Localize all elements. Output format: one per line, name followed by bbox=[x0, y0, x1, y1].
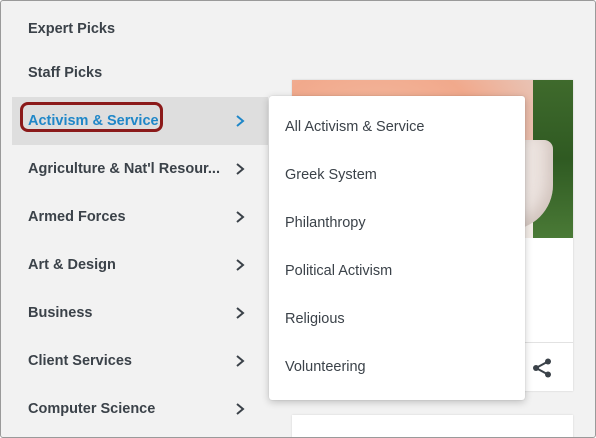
category-label: Business bbox=[28, 305, 93, 321]
chevron-right-icon bbox=[233, 354, 247, 368]
category-label: Computer Science bbox=[28, 401, 156, 417]
chevron-right-icon bbox=[233, 114, 247, 128]
chevron-right-icon bbox=[233, 210, 247, 224]
submenu-item-greek-system[interactable]: Greek System bbox=[269, 151, 525, 199]
subcategory-menu: All Activism & Service Greek System Phil… bbox=[269, 96, 525, 400]
category-staff-picks[interactable]: Staff Picks bbox=[12, 49, 268, 97]
category-label: Agriculture & Nat'l Resour... bbox=[28, 161, 220, 177]
chevron-right-icon bbox=[233, 402, 247, 416]
submenu-item-all-activism-service[interactable]: All Activism & Service bbox=[269, 103, 525, 151]
submenu-item-label: Philanthropy bbox=[285, 215, 366, 231]
category-label: Client Services bbox=[28, 353, 132, 369]
content-card-next[interactable] bbox=[292, 415, 573, 437]
submenu-item-label: Religious bbox=[285, 311, 345, 327]
submenu-item-label: Greek System bbox=[285, 167, 377, 183]
category-label: Activism & Service bbox=[28, 113, 159, 129]
category-label: Art & Design bbox=[28, 257, 116, 273]
submenu-item-religious[interactable]: Religious bbox=[269, 295, 525, 343]
category-label: Staff Picks bbox=[28, 65, 103, 81]
submenu-item-political-activism[interactable]: Political Activism bbox=[269, 247, 525, 295]
category-armed-forces[interactable]: Armed Forces bbox=[12, 193, 268, 241]
chevron-right-icon bbox=[233, 162, 247, 176]
category-label: Armed Forces bbox=[28, 209, 126, 225]
submenu-item-volunteering[interactable]: Volunteering bbox=[269, 343, 525, 391]
category-business[interactable]: Business bbox=[12, 289, 268, 337]
chevron-right-icon bbox=[233, 306, 247, 320]
submenu-item-label: All Activism & Service bbox=[285, 119, 425, 135]
category-activism-service[interactable]: Activism & Service bbox=[12, 97, 268, 145]
category-label: Expert Picks bbox=[28, 21, 116, 37]
category-agriculture[interactable]: Agriculture & Nat'l Resour... bbox=[12, 145, 268, 193]
category-client-services[interactable]: Client Services bbox=[12, 337, 268, 385]
category-computer-science[interactable]: Computer Science bbox=[12, 385, 268, 433]
app-frame: Expert Picks Staff Picks Activism & Serv… bbox=[0, 0, 596, 438]
category-art-design[interactable]: Art & Design bbox=[12, 241, 268, 289]
submenu-item-label: Volunteering bbox=[285, 359, 366, 375]
submenu-item-label: Political Activism bbox=[285, 263, 393, 279]
share-icon[interactable] bbox=[531, 357, 553, 379]
chevron-right-icon bbox=[233, 258, 247, 272]
category-expert-picks[interactable]: Expert Picks bbox=[12, 5, 268, 53]
submenu-item-philanthropy[interactable]: Philanthropy bbox=[269, 199, 525, 247]
